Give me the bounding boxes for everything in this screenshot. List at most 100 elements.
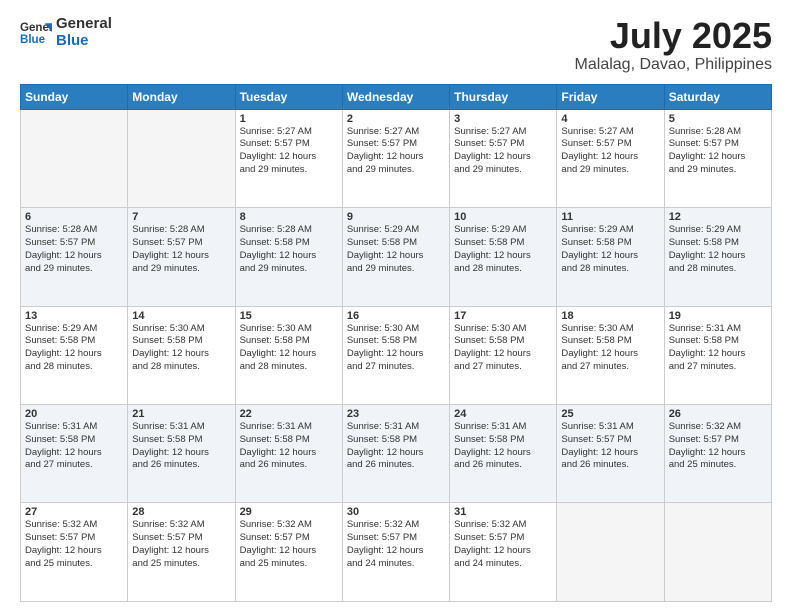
table-row: 26Sunrise: 5:32 AMSunset: 5:57 PMDayligh…: [664, 405, 771, 503]
day-info: Sunrise: 5:28 AMSunset: 5:58 PMDaylight:…: [240, 224, 338, 275]
table-row: 5Sunrise: 5:28 AMSunset: 5:57 PMDaylight…: [664, 109, 771, 207]
day-number: 24: [454, 408, 552, 420]
day-info: Sunrise: 5:29 AMSunset: 5:58 PMDaylight:…: [669, 224, 767, 275]
logo-icon: General Blue: [20, 19, 52, 47]
day-header-wednesday: Wednesday: [342, 84, 449, 109]
day-info: Sunrise: 5:27 AMSunset: 5:57 PMDaylight:…: [240, 126, 338, 177]
table-row: [664, 503, 771, 602]
day-number: 14: [132, 310, 230, 322]
day-info: Sunrise: 5:28 AMSunset: 5:57 PMDaylight:…: [25, 224, 123, 275]
day-number: 3: [454, 113, 552, 125]
table-row: 19Sunrise: 5:31 AMSunset: 5:58 PMDayligh…: [664, 306, 771, 404]
table-row: 30Sunrise: 5:32 AMSunset: 5:57 PMDayligh…: [342, 503, 449, 602]
table-row: 1Sunrise: 5:27 AMSunset: 5:57 PMDaylight…: [235, 109, 342, 207]
day-info: Sunrise: 5:31 AMSunset: 5:58 PMDaylight:…: [669, 323, 767, 374]
logo: General Blue General Blue: [20, 16, 112, 49]
day-info: Sunrise: 5:31 AMSunset: 5:58 PMDaylight:…: [347, 421, 445, 472]
day-info: Sunrise: 5:31 AMSunset: 5:57 PMDaylight:…: [561, 421, 659, 472]
day-number: 21: [132, 408, 230, 420]
day-number: 4: [561, 113, 659, 125]
table-row: [557, 503, 664, 602]
day-header-tuesday: Tuesday: [235, 84, 342, 109]
logo-general: General: [56, 16, 112, 33]
table-row: 31Sunrise: 5:32 AMSunset: 5:57 PMDayligh…: [450, 503, 557, 602]
day-number: 1: [240, 113, 338, 125]
day-number: 10: [454, 211, 552, 223]
header: General Blue General Blue July 2025 Mala…: [20, 16, 772, 74]
day-info: Sunrise: 5:30 AMSunset: 5:58 PMDaylight:…: [240, 323, 338, 374]
day-info: Sunrise: 5:30 AMSunset: 5:58 PMDaylight:…: [347, 323, 445, 374]
page: General Blue General Blue July 2025 Mala…: [0, 0, 792, 612]
table-row: 7Sunrise: 5:28 AMSunset: 5:57 PMDaylight…: [128, 208, 235, 306]
table-row: 28Sunrise: 5:32 AMSunset: 5:57 PMDayligh…: [128, 503, 235, 602]
day-header-sunday: Sunday: [21, 84, 128, 109]
table-row: [128, 109, 235, 207]
day-info: Sunrise: 5:29 AMSunset: 5:58 PMDaylight:…: [454, 224, 552, 275]
day-info: Sunrise: 5:29 AMSunset: 5:58 PMDaylight:…: [347, 224, 445, 275]
svg-text:Blue: Blue: [20, 33, 46, 45]
day-info: Sunrise: 5:31 AMSunset: 5:58 PMDaylight:…: [25, 421, 123, 472]
day-info: Sunrise: 5:32 AMSunset: 5:57 PMDaylight:…: [347, 519, 445, 570]
day-number: 26: [669, 408, 767, 420]
day-header-friday: Friday: [557, 84, 664, 109]
day-info: Sunrise: 5:31 AMSunset: 5:58 PMDaylight:…: [454, 421, 552, 472]
table-row: 25Sunrise: 5:31 AMSunset: 5:57 PMDayligh…: [557, 405, 664, 503]
day-info: Sunrise: 5:30 AMSunset: 5:58 PMDaylight:…: [561, 323, 659, 374]
day-number: 2: [347, 113, 445, 125]
day-number: 16: [347, 310, 445, 322]
title-block: July 2025 Malalag, Davao, Philippines: [575, 16, 772, 74]
day-number: 25: [561, 408, 659, 420]
day-number: 11: [561, 211, 659, 223]
day-info: Sunrise: 5:32 AMSunset: 5:57 PMDaylight:…: [454, 519, 552, 570]
day-number: 29: [240, 506, 338, 518]
day-info: Sunrise: 5:28 AMSunset: 5:57 PMDaylight:…: [132, 224, 230, 275]
day-number: 28: [132, 506, 230, 518]
table-row: 15Sunrise: 5:30 AMSunset: 5:58 PMDayligh…: [235, 306, 342, 404]
table-row: 22Sunrise: 5:31 AMSunset: 5:58 PMDayligh…: [235, 405, 342, 503]
day-number: 7: [132, 211, 230, 223]
day-number: 30: [347, 506, 445, 518]
calendar-table: SundayMondayTuesdayWednesdayThursdayFrid…: [20, 84, 772, 602]
table-row: 18Sunrise: 5:30 AMSunset: 5:58 PMDayligh…: [557, 306, 664, 404]
day-number: 19: [669, 310, 767, 322]
table-row: 2Sunrise: 5:27 AMSunset: 5:57 PMDaylight…: [342, 109, 449, 207]
day-info: Sunrise: 5:31 AMSunset: 5:58 PMDaylight:…: [132, 421, 230, 472]
day-info: Sunrise: 5:29 AMSunset: 5:58 PMDaylight:…: [561, 224, 659, 275]
day-number: 27: [25, 506, 123, 518]
day-info: Sunrise: 5:32 AMSunset: 5:57 PMDaylight:…: [132, 519, 230, 570]
day-number: 15: [240, 310, 338, 322]
day-header-saturday: Saturday: [664, 84, 771, 109]
table-row: 21Sunrise: 5:31 AMSunset: 5:58 PMDayligh…: [128, 405, 235, 503]
table-row: 20Sunrise: 5:31 AMSunset: 5:58 PMDayligh…: [21, 405, 128, 503]
day-number: 31: [454, 506, 552, 518]
logo-blue: Blue: [56, 33, 112, 50]
day-number: 22: [240, 408, 338, 420]
day-info: Sunrise: 5:32 AMSunset: 5:57 PMDaylight:…: [25, 519, 123, 570]
table-row: 9Sunrise: 5:29 AMSunset: 5:58 PMDaylight…: [342, 208, 449, 306]
day-number: 12: [669, 211, 767, 223]
day-info: Sunrise: 5:32 AMSunset: 5:57 PMDaylight:…: [669, 421, 767, 472]
table-row: 29Sunrise: 5:32 AMSunset: 5:57 PMDayligh…: [235, 503, 342, 602]
day-info: Sunrise: 5:30 AMSunset: 5:58 PMDaylight:…: [454, 323, 552, 374]
table-row: 27Sunrise: 5:32 AMSunset: 5:57 PMDayligh…: [21, 503, 128, 602]
table-row: 23Sunrise: 5:31 AMSunset: 5:58 PMDayligh…: [342, 405, 449, 503]
calendar-title: July 2025: [575, 16, 772, 56]
table-row: 6Sunrise: 5:28 AMSunset: 5:57 PMDaylight…: [21, 208, 128, 306]
table-row: 24Sunrise: 5:31 AMSunset: 5:58 PMDayligh…: [450, 405, 557, 503]
day-info: Sunrise: 5:27 AMSunset: 5:57 PMDaylight:…: [347, 126, 445, 177]
table-row: 12Sunrise: 5:29 AMSunset: 5:58 PMDayligh…: [664, 208, 771, 306]
table-row: 14Sunrise: 5:30 AMSunset: 5:58 PMDayligh…: [128, 306, 235, 404]
table-row: 16Sunrise: 5:30 AMSunset: 5:58 PMDayligh…: [342, 306, 449, 404]
day-number: 5: [669, 113, 767, 125]
day-number: 20: [25, 408, 123, 420]
day-number: 13: [25, 310, 123, 322]
day-number: 18: [561, 310, 659, 322]
day-number: 23: [347, 408, 445, 420]
table-row: [21, 109, 128, 207]
day-header-thursday: Thursday: [450, 84, 557, 109]
day-info: Sunrise: 5:30 AMSunset: 5:58 PMDaylight:…: [132, 323, 230, 374]
table-row: 8Sunrise: 5:28 AMSunset: 5:58 PMDaylight…: [235, 208, 342, 306]
day-header-monday: Monday: [128, 84, 235, 109]
table-row: 10Sunrise: 5:29 AMSunset: 5:58 PMDayligh…: [450, 208, 557, 306]
day-number: 8: [240, 211, 338, 223]
